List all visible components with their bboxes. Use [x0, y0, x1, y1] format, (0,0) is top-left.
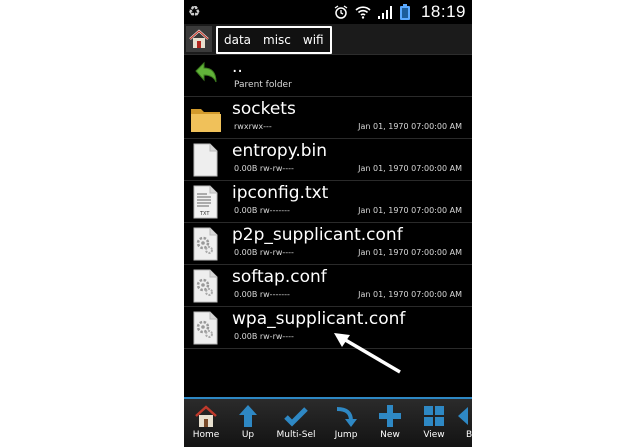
home-tool-button[interactable]: Home	[184, 401, 228, 447]
phone-screen: ♻ 18:19 data misc wifi .. Parent folder …	[184, 0, 472, 447]
view-button[interactable]: View	[412, 401, 456, 447]
home-label: Home	[192, 430, 220, 440]
file-row-parent[interactable]: .. Parent folder	[184, 55, 472, 97]
file-name: ipconfig.txt	[232, 183, 329, 203]
new-label: New	[380, 430, 400, 440]
file-perms: 0.00B rw-rw----	[234, 248, 294, 257]
folder-icon	[190, 101, 221, 135]
file-row-p2p[interactable]: p2p_supplicant.conf 0.00B rw-rw---- Jan …	[184, 223, 472, 265]
file-row-ipconfig[interactable]: TXT ipconfig.txt 0.00B rw------- Jan 01,…	[184, 181, 472, 223]
view-label: View	[423, 430, 445, 440]
back-arrow-icon	[190, 59, 220, 93]
breadcrumb-item-wifi[interactable]: wifi	[303, 33, 324, 47]
blank-file-icon	[190, 143, 220, 177]
status-icons: 18:19	[333, 2, 466, 22]
up-label: Up	[241, 430, 255, 440]
file-perms: 0.00B rw-------	[234, 206, 290, 215]
breadcrumb-item-data[interactable]: data	[224, 33, 251, 47]
battery-icon	[399, 4, 415, 20]
config-file-icon	[190, 269, 220, 303]
svg-text:TXT: TXT	[199, 211, 210, 217]
file-perms: 0.00B rw-------	[234, 290, 290, 299]
signal-icon	[377, 4, 393, 20]
arrow-up-icon	[239, 405, 257, 427]
house-icon	[186, 26, 212, 52]
plus-icon	[379, 405, 401, 427]
checkmark-icon	[284, 407, 308, 427]
home-button[interactable]	[186, 26, 212, 52]
path-bar: data misc wifi	[184, 24, 472, 55]
file-meta: Parent folder	[234, 80, 292, 90]
multi-select-label: Multi-Sel	[276, 430, 316, 440]
grid-icon	[424, 406, 444, 426]
up-button[interactable]: Up	[226, 401, 270, 447]
file-row-entropy[interactable]: entropy.bin 0.00B rw-rw---- Jan 01, 1970…	[184, 139, 472, 181]
file-name: entropy.bin	[232, 141, 328, 161]
file-list: .. Parent folder sockets rwxrwx--- Jan 0…	[184, 55, 472, 349]
file-name: sockets	[232, 99, 296, 119]
file-date: Jan 01, 1970 07:00:00 AM	[358, 206, 462, 215]
jump-button[interactable]: Jump	[324, 401, 368, 447]
file-date: Jan 01, 1970 07:00:00 AM	[358, 164, 462, 173]
status-bar: ♻ 18:19	[184, 0, 472, 24]
annotation-arrow	[334, 333, 401, 374]
more-button[interactable]: B	[456, 401, 472, 447]
wifi-icon	[355, 4, 371, 20]
alarm-icon	[333, 4, 349, 20]
config-file-icon	[190, 311, 220, 345]
file-name: softap.conf	[232, 267, 327, 287]
jump-label: Jump	[334, 430, 358, 440]
breadcrumb-item-misc[interactable]: misc	[263, 33, 291, 47]
file-name: ..	[232, 57, 243, 77]
multi-select-button[interactable]: Multi-Sel	[274, 401, 318, 447]
breadcrumb: data misc wifi	[216, 26, 332, 54]
file-name: p2p_supplicant.conf	[232, 225, 403, 245]
file-perms: 0.00B rw-rw----	[234, 164, 294, 173]
bottom-toolbar: Home Up Multi-Sel Jump New View B	[184, 397, 472, 447]
house-icon	[195, 405, 217, 427]
file-name: wpa_supplicant.conf	[232, 309, 406, 329]
new-button[interactable]: New	[368, 401, 412, 447]
file-row-sockets[interactable]: sockets rwxrwx--- Jan 01, 1970 07:00:00 …	[184, 97, 472, 139]
text-file-icon: TXT	[190, 185, 220, 219]
curved-arrow-icon	[336, 407, 357, 427]
file-perms: 0.00B rw-rw----	[234, 332, 294, 341]
file-row-wpa[interactable]: wpa_supplicant.conf 0.00B rw-rw----	[184, 307, 472, 349]
back-arrow-icon	[458, 407, 468, 425]
config-file-icon	[190, 227, 220, 261]
file-date: Jan 01, 1970 07:00:00 AM	[358, 290, 462, 299]
more-label: B	[466, 430, 472, 440]
file-row-softap[interactable]: softap.conf 0.00B rw------- Jan 01, 1970…	[184, 265, 472, 307]
clock: 18:19	[420, 2, 466, 21]
recycle-icon: ♻	[188, 4, 201, 20]
file-perms: rwxrwx---	[234, 122, 272, 131]
file-date: Jan 01, 1970 07:00:00 AM	[358, 248, 462, 257]
file-date: Jan 01, 1970 07:00:00 AM	[358, 122, 462, 131]
